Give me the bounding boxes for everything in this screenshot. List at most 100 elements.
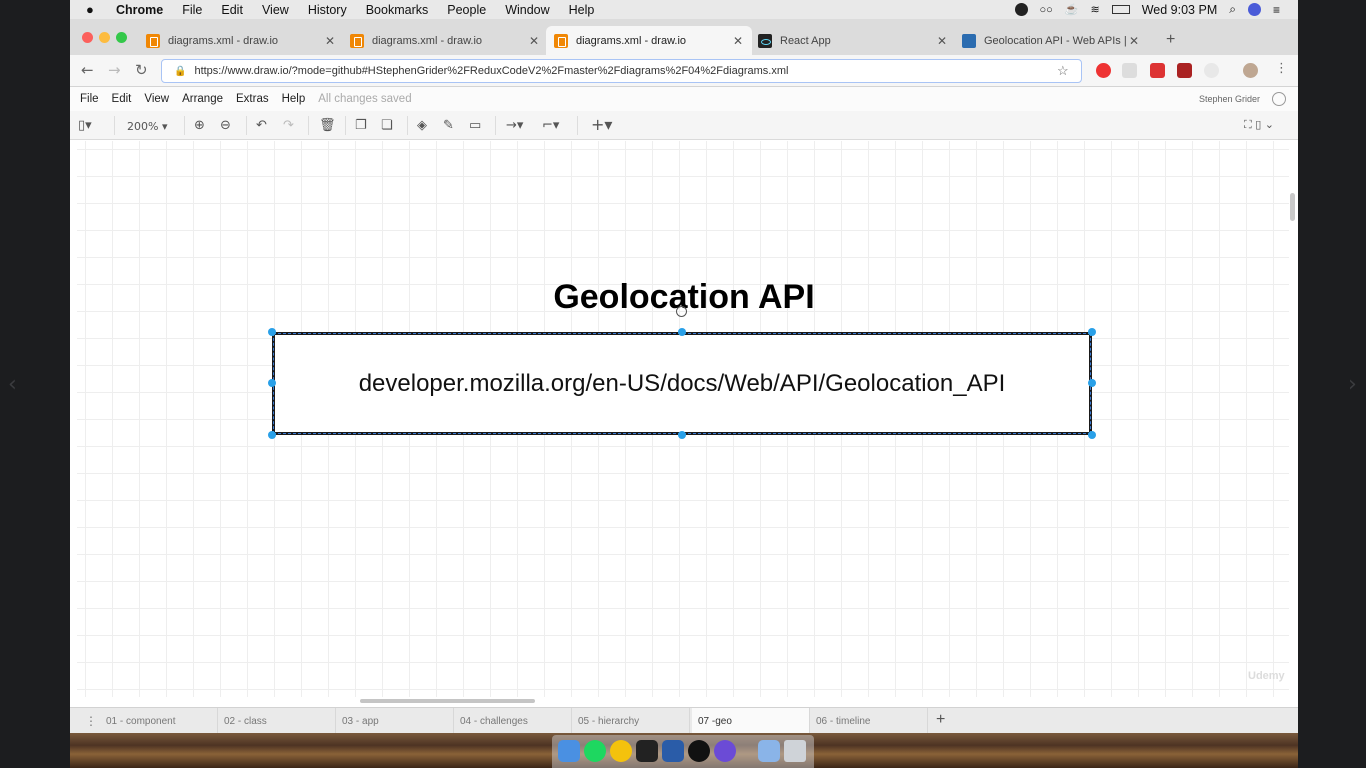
wifi-icon[interactable]: ≋: [1091, 3, 1100, 16]
gray-extension-icon[interactable]: [1204, 63, 1219, 78]
menu-bookmarks[interactable]: Bookmarks: [366, 3, 429, 17]
opera-extension-icon[interactable]: [1096, 63, 1111, 78]
tab-close-icon[interactable]: ✕: [1126, 34, 1142, 48]
fill-color-icon[interactable]: ◈: [417, 118, 427, 133]
browser-tab-active[interactable]: diagrams.xml - draw.io ✕: [546, 26, 752, 55]
zoom-out-icon[interactable]: ⊖: [220, 118, 231, 133]
chrome-icon[interactable]: [610, 740, 632, 762]
obs-icon[interactable]: [688, 740, 710, 762]
browser-tab[interactable]: Geolocation API - Web APIs | M ✕: [954, 26, 1148, 55]
fullscreen-icon[interactable]: ⛶ ▯ ⌄: [1244, 118, 1274, 132]
resize-handle[interactable]: [1088, 328, 1096, 336]
page-tab[interactable]: 05 - hierarchy: [572, 708, 690, 734]
menu-view[interactable]: View: [262, 3, 289, 17]
to-front-icon[interactable]: ❐: [355, 118, 367, 133]
siri-icon[interactable]: [1247, 3, 1261, 16]
resize-handle[interactable]: [678, 328, 686, 336]
menu-file[interactable]: File: [182, 3, 202, 17]
page-tab[interactable]: 04 - challenges: [454, 708, 572, 734]
tab-close-icon[interactable]: ✕: [730, 34, 746, 48]
waypoints-icon[interactable]: ⌐▾: [542, 118, 559, 133]
page-tab[interactable]: 02 - class: [218, 708, 336, 734]
spotlight-search-icon[interactable]: ⌕: [1229, 2, 1236, 17]
shadow-icon[interactable]: ▭: [469, 118, 481, 133]
battery-icon[interactable]: [1111, 5, 1130, 14]
omnibox[interactable]: 🔒 https://www.draw.io/?mode=github#HStep…: [161, 59, 1082, 83]
drawio-menu-edit[interactable]: Edit: [112, 93, 132, 105]
finder-icon[interactable]: [558, 740, 580, 762]
page-tab[interactable]: 01 - component: [100, 708, 218, 734]
resize-handle[interactable]: [268, 431, 276, 439]
css-extension-icon[interactable]: [1122, 63, 1137, 78]
folder-icon[interactable]: [758, 740, 780, 762]
menu-people[interactable]: People: [447, 3, 486, 17]
pages-menu-icon[interactable]: ⋮: [85, 714, 97, 728]
profile-avatar[interactable]: [1243, 63, 1258, 78]
chrome-menu-icon[interactable]: ⋮: [1275, 61, 1288, 76]
menu-history[interactable]: History: [308, 3, 347, 17]
notification-center-icon[interactable]: ≡: [1273, 3, 1280, 17]
connection-icon[interactable]: →▾: [506, 118, 523, 133]
drawio-menu-arrange[interactable]: Arrange: [182, 93, 223, 105]
drawio-menu-extras[interactable]: Extras: [236, 93, 269, 105]
forward-arrow-icon[interactable]: →: [108, 61, 121, 79]
tab-close-icon[interactable]: ✕: [526, 34, 542, 48]
resize-handle[interactable]: [1088, 379, 1096, 387]
browser-tab[interactable]: diagrams.xml - draw.io ✕: [138, 26, 344, 55]
browser-tab[interactable]: diagrams.xml - draw.io ✕: [342, 26, 548, 55]
drawio-menu-help[interactable]: Help: [282, 93, 306, 105]
page-tab-active[interactable]: 07 -geo: [692, 708, 810, 734]
insert-plus-icon[interactable]: +▾: [591, 115, 612, 134]
menu-edit[interactable]: Edit: [221, 3, 243, 17]
toolbar-divider: [308, 116, 309, 135]
to-back-icon[interactable]: ❏: [381, 118, 393, 133]
page-tab[interactable]: 03 - app: [336, 708, 454, 734]
window-minimize-button[interactable]: [99, 32, 110, 43]
drawio-menu-file[interactable]: File: [80, 93, 99, 105]
menu-window[interactable]: Window: [505, 3, 549, 17]
zoom-select[interactable]: 200% ▾: [127, 120, 167, 133]
user-name[interactable]: Stephen Grider: [1199, 94, 1260, 104]
badge-extension-icon[interactable]: [1177, 63, 1192, 78]
vertical-scrollbar[interactable]: [1290, 193, 1295, 221]
status-app-icon[interactable]: [1014, 3, 1028, 16]
apple-icon[interactable]: ●: [86, 2, 102, 17]
horizontal-scrollbar[interactable]: [360, 699, 535, 703]
terminal-icon[interactable]: [636, 740, 658, 762]
url-text[interactable]: https://www.draw.io/?mode=github#HStephe…: [194, 65, 1057, 77]
back-arrow-icon[interactable]: ←: [81, 61, 94, 79]
browser-tab[interactable]: React App ✕: [750, 26, 956, 55]
globe-icon[interactable]: [1272, 92, 1286, 106]
clock[interactable]: Wed 9:03 PM: [1142, 3, 1218, 17]
cup-icon[interactable]: ☕: [1065, 3, 1079, 16]
reload-icon[interactable]: ↻: [135, 61, 148, 79]
menu-chrome[interactable]: Chrome: [116, 3, 163, 17]
glasses-icon[interactable]: ○○: [1040, 4, 1053, 16]
zoom-in-icon[interactable]: ⊕: [194, 118, 205, 133]
tab-close-icon[interactable]: ✕: [322, 34, 338, 48]
trash-icon[interactable]: [784, 740, 806, 762]
window-zoom-button[interactable]: [116, 32, 127, 43]
window-close-button[interactable]: [82, 32, 93, 43]
format-panel-icon[interactable]: ▯▾: [78, 118, 92, 133]
add-page-plus-icon[interactable]: +: [936, 711, 945, 729]
tab-close-icon[interactable]: ✕: [934, 34, 950, 48]
resize-handle[interactable]: [1088, 431, 1096, 439]
line-color-icon[interactable]: ✎: [443, 118, 454, 133]
redo-icon[interactable]: ↷: [283, 118, 294, 133]
new-tab-plus-icon[interactable]: +: [1166, 31, 1175, 49]
diagram-url-box[interactable]: developer.mozilla.org/en-US/docs/Web/API…: [272, 332, 1092, 435]
app-icon[interactable]: [714, 740, 736, 762]
vscode-icon[interactable]: [662, 740, 684, 762]
menu-help[interactable]: Help: [569, 3, 595, 17]
spotify-icon[interactable]: [584, 740, 606, 762]
bookmark-star-icon[interactable]: ☆: [1057, 63, 1077, 79]
resize-handle[interactable]: [268, 328, 276, 336]
resize-handle[interactable]: [268, 379, 276, 387]
red-extension-icon[interactable]: [1150, 63, 1165, 78]
delete-icon[interactable]: 🗑: [319, 118, 336, 133]
page-tab[interactable]: 06 - timeline: [810, 708, 928, 734]
undo-icon[interactable]: ↶: [256, 118, 267, 133]
resize-handle[interactable]: [678, 431, 686, 439]
drawio-menu-view[interactable]: View: [144, 93, 169, 105]
